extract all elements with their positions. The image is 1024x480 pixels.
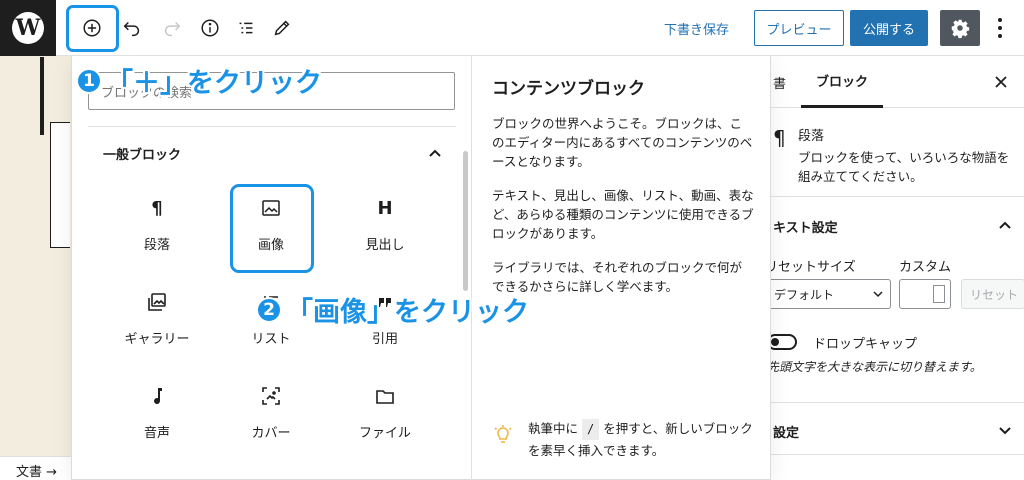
divider: [761, 402, 1024, 403]
save-draft-link[interactable]: 下書き保存: [664, 19, 729, 38]
close-icon[interactable]: [991, 72, 1011, 92]
tip-text: 執筆中に / を押すと、新しいブロックを素早く挿入できます。: [528, 418, 757, 461]
step1-highlight-box: [66, 5, 119, 52]
block-name: 段落: [798, 129, 825, 144]
step1-text: 「＋」をクリック: [106, 68, 322, 99]
block-cover[interactable]: カバー: [230, 372, 312, 454]
redo-icon: [164, 21, 181, 37]
reset-button[interactable]: リセット: [961, 279, 1024, 309]
lightbulb-icon: [494, 425, 512, 443]
block-file[interactable]: ファイル: [344, 372, 426, 454]
inserter-preview: コンテンツブロック ブロックの世界へようこそ。ブロックは、このエディター内にある…: [472, 56, 772, 480]
number-spinner[interactable]: [933, 285, 945, 303]
gallery-icon: [145, 290, 169, 314]
editor-block-border: [40, 57, 44, 135]
wordpress-logo[interactable]: W: [0, 0, 56, 56]
divider: [761, 454, 1024, 455]
audio-icon: [145, 384, 169, 408]
sidebar-tabs: 書 ブロック: [761, 56, 1024, 108]
drop-cap-label: ドロップキャップ: [813, 337, 918, 352]
cover-icon: [259, 384, 283, 408]
editor-block-placeholder: [50, 122, 70, 248]
undo-icon: [123, 21, 140, 37]
divider: [88, 126, 456, 127]
tab-block[interactable]: ブロック: [801, 56, 883, 108]
color-settings-title[interactable]: 設定: [773, 422, 799, 441]
custom-size-label: カスタム: [899, 260, 952, 275]
chevron-down-icon[interactable]: [995, 420, 1015, 440]
tip-key: /: [582, 419, 600, 440]
text-settings-title[interactable]: キスト設定: [773, 217, 838, 236]
inserter-scrollbar[interactable]: [463, 151, 468, 291]
inserter-block-list: ブロックの検索 一般ブロック ¶ 段落 画像 H 見出し ギャラリー リスト 引…: [72, 56, 472, 480]
chevron-up-icon[interactable]: [995, 215, 1015, 235]
heading-icon: H: [377, 197, 393, 219]
redo-button[interactable]: [156, 12, 188, 44]
toggle-knob: [771, 338, 779, 346]
block-label: カバー: [251, 426, 291, 441]
undo-button[interactable]: [116, 12, 148, 44]
block-label: リスト: [251, 332, 291, 347]
chevron-down-icon: [873, 291, 883, 298]
info-icon: [201, 19, 219, 37]
custom-size-input[interactable]: [899, 279, 951, 309]
breadcrumb-label: 文書 →: [16, 465, 58, 480]
preview-paragraph: テキスト、見出し、画像、リスト、動画、表など、あらゆる種類のコンテンツに使用でき…: [492, 188, 754, 241]
preview-title: コンテンツブロック: [492, 79, 645, 99]
category-title[interactable]: 一般ブロック: [103, 144, 181, 163]
block-label: 段落: [143, 238, 170, 253]
block-label: ファイル: [358, 426, 411, 441]
paragraph-block-icon: ¶: [773, 126, 786, 150]
font-size-select[interactable]: デフォルト: [765, 279, 891, 309]
preview-button[interactable]: プレビュー: [754, 10, 844, 46]
paragraph-icon: ¶: [151, 197, 163, 219]
block-audio[interactable]: 音声: [116, 372, 198, 454]
chevron-up-icon[interactable]: [424, 142, 446, 164]
settings-button[interactable]: [940, 10, 980, 46]
drop-cap-help: 先頭文字を大きな表示に切り替えます。: [767, 360, 982, 374]
file-icon: [373, 384, 397, 408]
list-view-icon: [239, 22, 253, 34]
outline-button[interactable]: [230, 12, 262, 44]
block-inserter-panel: ブロックの検索 一般ブロック ¶ 段落 画像 H 見出し ギャラリー リスト 引…: [71, 56, 771, 480]
step2-highlight-box: [230, 184, 314, 273]
preview-paragraph: ブロックの世界へようこそ。ブロックは、このエディター内にあるすべてのコンテンツの…: [492, 116, 753, 169]
divider: [761, 196, 1024, 197]
preset-size-label: リセットサイズ: [765, 260, 856, 275]
block-label: 見出し: [365, 238, 405, 253]
step2-callout: 2 「画像」をクリック: [256, 290, 529, 329]
wordpress-icon: W: [12, 12, 44, 44]
step2-number: 2: [256, 296, 282, 323]
more-vertical-icon: [998, 18, 1002, 38]
block-label: ギャラリー: [124, 332, 190, 347]
details-button[interactable]: [194, 12, 226, 44]
editor-toolbar: W 下書き保存 プレビュー 公開する: [0, 0, 1024, 56]
block-label: 音声: [143, 426, 170, 441]
more-menu-button[interactable]: [986, 12, 1014, 44]
block-heading[interactable]: H 見出し: [344, 184, 426, 266]
pencil-icon: [274, 20, 290, 36]
publish-button[interactable]: 公開する: [850, 10, 928, 46]
step2-text: 「画像」をクリック: [286, 297, 529, 328]
step1-callout: 1 「＋」をクリック: [76, 61, 322, 100]
step1-number: 1: [76, 67, 102, 94]
block-paragraph[interactable]: ¶ 段落: [116, 184, 198, 266]
font-size-select-value: デフォルト: [774, 288, 835, 302]
block-label: 引用: [371, 332, 398, 347]
tip-before: 執筆中に: [528, 421, 579, 436]
gear-icon: [951, 19, 970, 39]
block-description: ブロックを使って、いろいろな物語を組み立ててください。: [798, 150, 1010, 184]
preview-paragraph: ライブラリでは、それぞれのブロックで何ができるかさらに詳しく学べます。: [492, 260, 743, 294]
settings-sidebar: 書 ブロック ¶ 段落 ブロックを使って、いろいろな物語を組み立ててください。 …: [760, 56, 1024, 480]
tab-document[interactable]: 書: [773, 73, 786, 92]
block-gallery[interactable]: ギャラリー: [116, 278, 198, 360]
inserter-tip: 執筆中に / を押すと、新しいブロックを素早く挿入できます。: [492, 418, 757, 461]
breadcrumb[interactable]: 文書 →: [0, 456, 72, 480]
tools-button[interactable]: [266, 12, 298, 44]
